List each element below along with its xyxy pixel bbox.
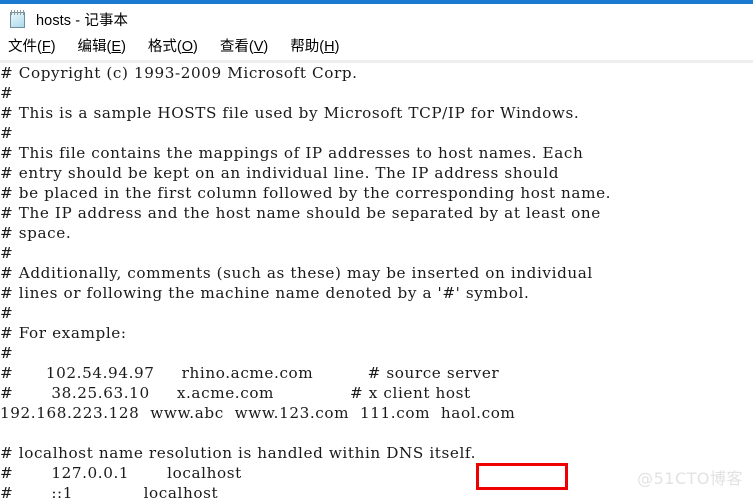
menu-item-view-accel: V bbox=[253, 39, 264, 56]
text-line: # be placed in the first column followed… bbox=[0, 184, 612, 202]
window-title: hosts - 记事本 bbox=[36, 13, 129, 29]
text-line: # Additionally, comments (such as these)… bbox=[0, 264, 593, 282]
text-line: # The IP address and the host name shoul… bbox=[0, 204, 601, 222]
menu-item-format-label: 格式 bbox=[147, 39, 177, 56]
menu-item-file-accel: F bbox=[41, 39, 51, 56]
text-line: # 102.54.94.97 rhino.acme.com # source s… bbox=[0, 364, 500, 382]
text-line: # bbox=[0, 244, 14, 262]
text-line: # localhost name resolution is handled w… bbox=[0, 444, 477, 462]
menu-item-edit[interactable]: 编辑(E) bbox=[76, 39, 128, 56]
text-line: # bbox=[0, 304, 14, 322]
menu-bar: 文件(F) 编辑(E) 格式(O) 查看(V) 帮助(H) bbox=[0, 35, 753, 60]
text-line: # This is a sample HOSTS file used by Mi… bbox=[0, 104, 580, 122]
text-line: # Copyright (c) 1993-2009 Microsoft Corp… bbox=[0, 64, 358, 82]
text-line: # space. bbox=[0, 224, 72, 242]
menu-item-file[interactable]: 文件(F) bbox=[6, 39, 58, 56]
menu-item-help[interactable]: 帮助(H) bbox=[288, 39, 341, 56]
menu-item-format-accel: O bbox=[181, 39, 194, 56]
menu-item-help-label: 帮助 bbox=[290, 39, 320, 56]
text-line: # entry should be kept on an individual … bbox=[0, 164, 560, 182]
text-content[interactable]: # Copyright (c) 1993-2009 Microsoft Corp… bbox=[0, 63, 753, 503]
text-line: # ::1 localhost bbox=[0, 484, 219, 502]
text-line: # bbox=[0, 124, 14, 142]
menu-item-edit-label: 编辑 bbox=[77, 39, 107, 56]
menu-item-format[interactable]: 格式(O) bbox=[146, 39, 200, 56]
menu-item-view-label: 查看 bbox=[219, 39, 249, 56]
menu-item-file-label: 文件 bbox=[8, 39, 37, 56]
text-line bbox=[0, 423, 753, 443]
text-line: 192.168.223.128 www.abc www.123.com 111.… bbox=[0, 404, 516, 422]
text-line: # lines or following the machine name de… bbox=[0, 284, 530, 302]
menu-item-edit-accel: E bbox=[111, 39, 122, 56]
text-line: # bbox=[0, 344, 14, 362]
notepad-icon-spiral bbox=[11, 10, 24, 15]
text-line: # 38.25.63.10 x.acme.com # x client host bbox=[0, 384, 471, 402]
text-line: # This file contains the mappings of IP … bbox=[0, 144, 584, 162]
text-editor-area[interactable]: # Copyright (c) 1993-2009 Microsoft Corp… bbox=[0, 63, 753, 503]
notepad-window: hosts - 记事本 文件(F) 编辑(E) 格式(O) 查看(V) 帮助(H… bbox=[0, 0, 753, 503]
text-line: # 127.0.0.1 localhost bbox=[0, 464, 242, 482]
text-line: # bbox=[0, 84, 14, 102]
menu-item-help-accel: H bbox=[324, 39, 335, 56]
title-bar[interactable]: hosts - 记事本 bbox=[0, 4, 753, 35]
notepad-icon bbox=[9, 10, 28, 30]
menu-item-view[interactable]: 查看(V) bbox=[218, 39, 270, 56]
text-line: # For example: bbox=[0, 324, 127, 342]
